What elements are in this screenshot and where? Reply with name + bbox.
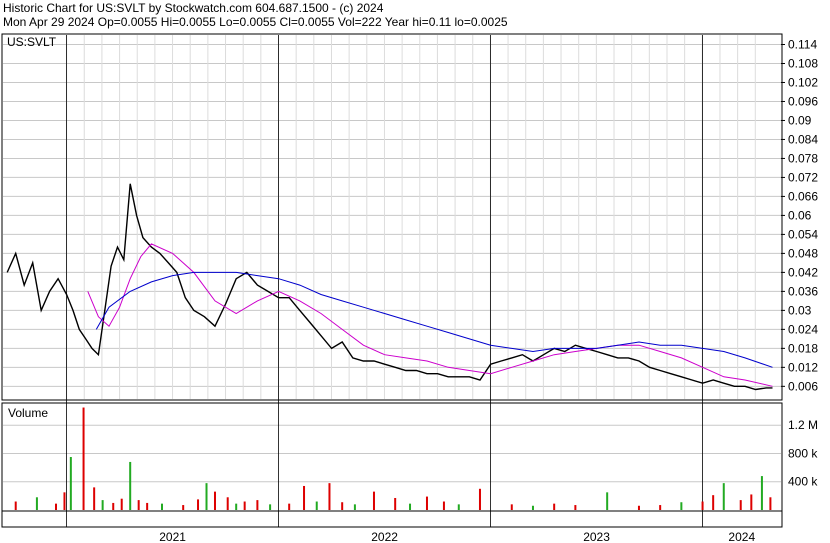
volume-bar — [82, 407, 85, 510]
price-tick-label: 0.006 — [788, 379, 818, 393]
volume-bar — [182, 505, 185, 510]
price-tick-label: 0.096 — [788, 94, 818, 108]
volume-bar — [606, 492, 609, 510]
volume-tick-label: 400 k — [788, 475, 818, 489]
year-label: 2023 — [583, 530, 610, 543]
price-tick-label: 0.036 — [788, 284, 818, 298]
volume-bar — [712, 495, 715, 510]
price-tick-label: 0.018 — [788, 341, 818, 355]
volume-bar — [243, 501, 246, 510]
price-tick-label: 0.024 — [788, 322, 818, 336]
price-tick-label: 0.084 — [788, 132, 818, 146]
volume-bar — [637, 505, 640, 510]
volume-bar — [137, 500, 140, 510]
year-label: 2024 — [728, 530, 755, 543]
volume-bar — [328, 483, 331, 510]
volume-bar — [269, 504, 272, 510]
volume-bar — [120, 498, 123, 510]
price-tick-label: 0.09 — [788, 113, 812, 127]
volume-bars — [14, 407, 772, 510]
price-tick-label: 0.114 — [788, 37, 817, 51]
volume-y-axis: 1.2 M 800 k 400 k — [788, 418, 818, 489]
price-tick-label: 0.102 — [788, 75, 818, 89]
volume-chart-title: Volume — [8, 406, 48, 420]
chart-root: Historic Chart for US:SVLT by Stockwatch… — [0, 0, 830, 543]
price-tick-label: 0.012 — [788, 360, 818, 374]
volume-bar — [101, 500, 104, 510]
volume-bar — [69, 457, 72, 510]
volume-bar — [353, 504, 356, 510]
volume-bar — [394, 497, 397, 510]
volume-bar — [739, 500, 742, 510]
volume-bar — [129, 461, 132, 510]
price-tick-label: 0.03 — [788, 303, 812, 317]
price-y-axis: 0.114 0.108 0.102 0.096 0.09 0.084 0.078 0.072 0… — [781, 37, 818, 393]
volume-bar — [769, 497, 772, 510]
volume-bar — [659, 505, 662, 510]
volume-bar — [372, 491, 375, 510]
volume-bar — [93, 487, 96, 510]
price-tick-label: 0.072 — [788, 170, 818, 184]
volume-bar — [680, 502, 683, 510]
price-volume-chart: 0.114 0.108 0.102 0.096 0.09 0.084 0.078 0.072 0… — [1, 33, 818, 543]
volume-bar — [235, 503, 238, 510]
volume-bar — [574, 505, 577, 510]
price-chart-title: US:SVLT — [7, 35, 57, 49]
volume-bar — [478, 488, 481, 510]
price-tick-label: 0.06 — [788, 208, 812, 222]
volume-bar — [205, 483, 208, 510]
volume-bar — [14, 501, 17, 510]
volume-bar — [425, 496, 428, 510]
volume-bar — [750, 494, 753, 510]
moving-average-line — [95, 271, 773, 368]
volume-bar — [341, 502, 344, 510]
volume-bar — [303, 485, 306, 510]
volume-bar — [510, 504, 513, 510]
volume-bar — [256, 500, 259, 510]
price-tick-label: 0.054 — [788, 227, 818, 241]
xaxis-band — [1, 510, 783, 528]
price-tick-label: 0.066 — [788, 189, 818, 203]
volume-grid — [3, 424, 781, 483]
volume-bar — [112, 502, 115, 510]
volume-bar — [160, 503, 163, 510]
volume-bar — [213, 491, 216, 510]
volume-panel-frame — [1, 402, 783, 512]
price-tick-label: 0.078 — [788, 151, 818, 165]
volume-bar — [531, 505, 534, 510]
volume-bar — [54, 503, 57, 510]
volume-tick-label: 1.2 M — [788, 418, 818, 432]
volume-bar — [442, 501, 445, 510]
volume-bar — [197, 499, 200, 510]
year-labels: 2021 2022 2023 2024 — [159, 530, 755, 543]
price-series — [6, 183, 773, 391]
volume-bar — [722, 483, 725, 510]
price-tick-label: 0.048 — [788, 246, 818, 260]
volume-bar — [409, 503, 412, 510]
volume-bar — [63, 492, 66, 510]
volume-bar — [288, 503, 291, 510]
volume-bar — [146, 502, 149, 510]
year-label: 2021 — [159, 530, 186, 543]
close-price-line — [6, 183, 773, 391]
volume-bar — [701, 501, 704, 510]
volume-bar — [760, 476, 763, 510]
year-label: 2022 — [371, 530, 398, 543]
volume-bar — [35, 497, 38, 510]
volume-bar — [553, 503, 556, 510]
price-tick-label: 0.108 — [788, 56, 818, 70]
price-tick-label: 0.042 — [788, 265, 818, 279]
volume-bar — [315, 501, 318, 510]
volume-tick-label: 800 k — [788, 446, 818, 460]
price-grid — [3, 35, 781, 399]
volume-bar — [457, 504, 460, 510]
volume-bar — [226, 497, 229, 510]
